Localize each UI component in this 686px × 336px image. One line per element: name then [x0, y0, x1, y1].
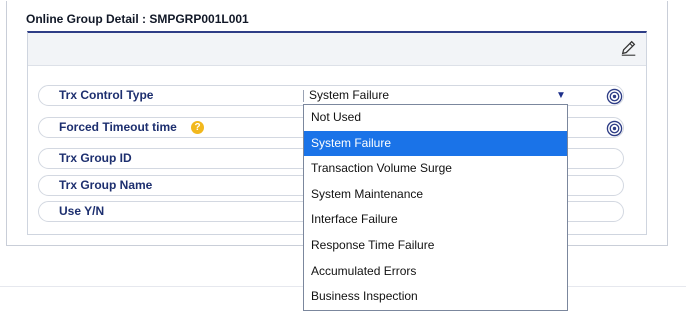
pencil-icon[interactable] [620, 39, 638, 57]
dropdown-option-transaction-volume-surge[interactable]: Transaction Volume Surge [304, 156, 567, 182]
trx-control-type-row: Trx Control Type System Failure ▼ [38, 85, 624, 106]
dropdown-option-interface-failure[interactable]: Interface Failure [304, 207, 567, 233]
forced-timeout-label: Forced Timeout time [59, 120, 177, 134]
question-icon[interactable]: ? [191, 121, 204, 134]
dropdown-option-system-failure[interactable]: System Failure [304, 130, 567, 157]
caret-down-icon[interactable]: ▼ [556, 90, 566, 101]
row-divider [303, 90, 304, 102]
dropdown-option-system-maintenance[interactable]: System Maintenance [304, 182, 567, 208]
target-icon[interactable] [606, 88, 623, 105]
trx-control-type-label: Trx Control Type [59, 88, 154, 102]
trx-group-name-label: Trx Group Name [59, 178, 153, 192]
dropdown-option-response-time-failure[interactable]: Response Time Failure [304, 233, 567, 259]
form-toolbar [28, 33, 646, 66]
trx-group-id-label: Trx Group ID [59, 151, 132, 165]
dropdown-option-business-inspection[interactable]: Business Inspection [304, 284, 567, 310]
trx-control-type-dropdown[interactable]: Not Used System Failure Transaction Volu… [303, 104, 568, 311]
trx-control-type-select[interactable]: System Failure [309, 88, 389, 102]
dropdown-option-accumulated-errors[interactable]: Accumulated Errors [304, 259, 567, 285]
use-yn-label: Use Y/N [59, 204, 105, 218]
page-title: Online Group Detail : SMPGRP001L001 [26, 12, 249, 26]
dropdown-option-not-used[interactable]: Not Used [304, 105, 567, 131]
target-icon[interactable] [606, 120, 623, 137]
